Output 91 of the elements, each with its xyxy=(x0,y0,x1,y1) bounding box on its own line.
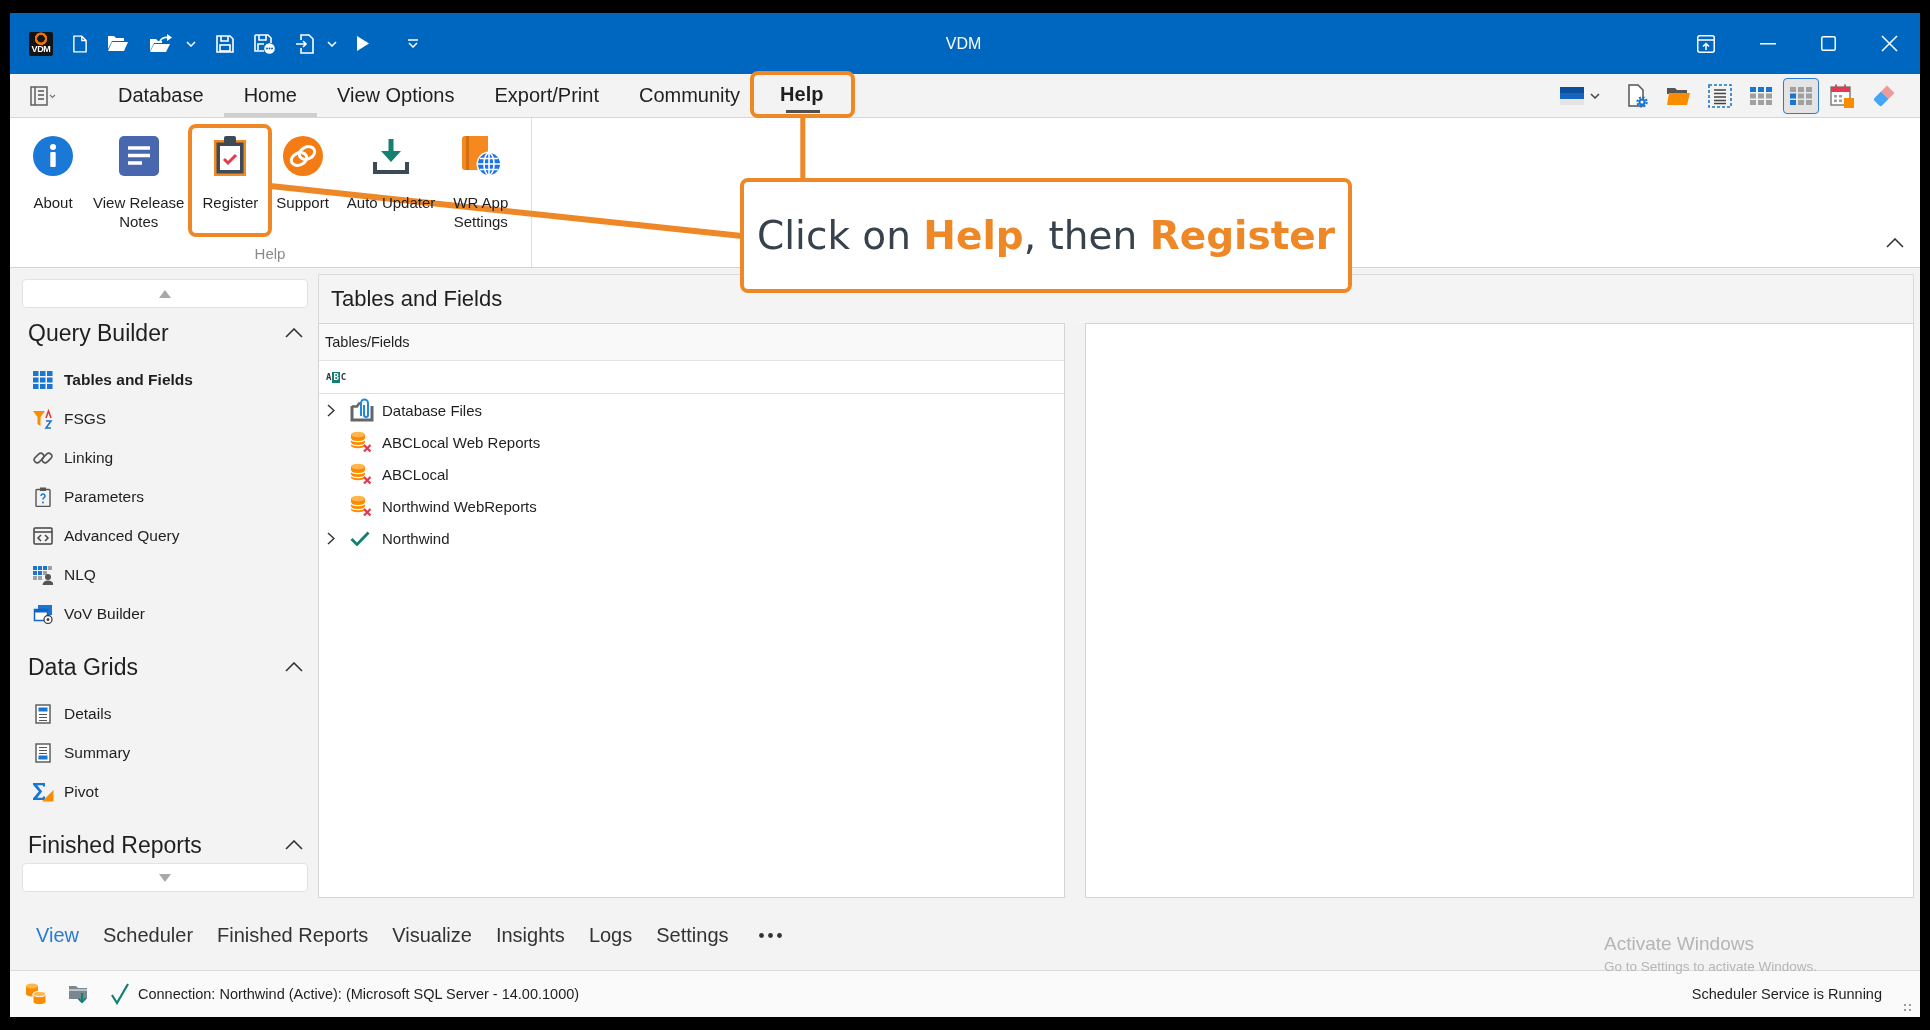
save-as-icon[interactable] xyxy=(254,33,275,54)
close-icon[interactable] xyxy=(1881,35,1898,52)
sidebar-item[interactable]: FSGS xyxy=(22,399,308,438)
sidebar-item[interactable]: Details xyxy=(22,694,308,733)
window-eye-icon xyxy=(33,603,53,624)
nav-tab[interactable]: Scheduler xyxy=(103,923,194,947)
clipboard-question-icon xyxy=(35,486,51,507)
sigma-icon xyxy=(32,781,54,802)
callout: Click on Help, then Register xyxy=(740,178,1352,293)
color-swatch-icon[interactable] xyxy=(1560,86,1584,105)
nav-tab[interactable]: View xyxy=(36,923,79,947)
folder-icon[interactable] xyxy=(1666,85,1690,106)
ribbon-button[interactable]: About xyxy=(31,135,75,212)
chevron-up-icon[interactable] xyxy=(285,328,303,338)
document-icon xyxy=(35,703,51,724)
scheduler-status: Scheduler Service is Running xyxy=(1691,986,1882,1002)
sidebar-item[interactable]: VoV Builder xyxy=(22,594,308,633)
sidebar-item[interactable]: Tables and Fields xyxy=(22,360,308,399)
section-header[interactable]: Query Builder xyxy=(28,319,169,347)
clipboard-check-icon xyxy=(213,135,248,177)
group-label: Help xyxy=(253,244,287,264)
code-window-icon xyxy=(33,526,53,545)
tree-item[interactable]: Northwind WebReports xyxy=(319,490,1064,522)
open-folder-icon[interactable] xyxy=(107,35,129,52)
menu-tab[interactable]: View Options xyxy=(317,74,475,117)
app-logo[interactable]: VDM xyxy=(29,31,53,56)
activation-notice-text: Go to Settings to activate Windows. xyxy=(1604,959,1818,975)
import-icon[interactable] xyxy=(295,33,314,54)
nav-tab[interactable]: Insights xyxy=(495,923,565,947)
sidebar-item[interactable]: Advanced Query xyxy=(22,516,308,555)
collapse-ribbon-icon[interactable] xyxy=(1886,238,1904,248)
minimize-icon[interactable] xyxy=(1760,42,1776,45)
triangle-down-icon xyxy=(159,873,171,882)
nav-tab[interactable]: Settings xyxy=(656,923,729,947)
activation-notice-title: Activate Windows xyxy=(1604,933,1754,955)
sidebar-item[interactable]: Pivot xyxy=(22,772,308,811)
new-file-icon[interactable] xyxy=(73,34,87,53)
tree-item[interactable]: ABCLocal Web Reports xyxy=(319,426,1064,458)
customize-toolbar-icon[interactable] xyxy=(407,39,419,48)
linked-rings-icon xyxy=(282,136,323,176)
grid-icon[interactable] xyxy=(1750,86,1772,105)
chevron-up-icon[interactable] xyxy=(285,840,303,850)
folder-clip-icon xyxy=(350,398,374,422)
chevron-right-icon[interactable] xyxy=(327,403,335,417)
column-header: Tables/Fields xyxy=(319,324,1064,361)
dashed-list-icon[interactable] xyxy=(1708,83,1732,108)
book-globe-icon xyxy=(459,135,502,177)
restore-window-icon[interactable] xyxy=(1697,34,1715,53)
sidebar-item[interactable]: Summary xyxy=(22,733,308,772)
menu-tab[interactable]: Home xyxy=(223,74,317,117)
sidebar-item[interactable]: Linking xyxy=(22,438,308,477)
folder-arrow-icon[interactable] xyxy=(149,34,173,53)
window-title: VDM xyxy=(945,34,982,53)
grid-icon[interactable] xyxy=(1783,77,1819,114)
tree-item[interactable]: Northwind xyxy=(319,522,1064,554)
save-icon[interactable] xyxy=(216,34,234,53)
connection-status: Connection: Northwind (Active): (Microsoft SQL Server - 14.00.1000) xyxy=(138,986,580,1002)
tree-item[interactable]: Database Files xyxy=(319,394,1064,426)
nav-tab[interactable]: Visualize xyxy=(392,923,472,947)
nav-tab[interactable]: Finished Reports xyxy=(217,923,369,947)
calendar-icon[interactable] xyxy=(1830,83,1854,108)
panel-toggle-icon[interactable] xyxy=(30,85,56,106)
folder-download-icon[interactable] xyxy=(68,984,90,1004)
section-header[interactable]: Finished Reports xyxy=(28,831,202,859)
chevron-right-icon[interactable] xyxy=(327,531,335,545)
ribbon-button[interactable]: View Release Notes xyxy=(93,135,185,231)
grid-icon xyxy=(33,370,53,389)
sidebar-item[interactable]: Parameters xyxy=(22,477,308,516)
menu-tab[interactable]: Database xyxy=(98,74,224,117)
funnel-icon xyxy=(33,408,53,429)
info-icon xyxy=(33,136,73,176)
more-icon[interactable] xyxy=(758,932,782,938)
notes-icon xyxy=(118,136,159,176)
document-icon xyxy=(35,742,51,763)
nav-tab[interactable]: Logs xyxy=(588,923,633,947)
document-gear-icon[interactable] xyxy=(1628,83,1648,108)
caret-icon[interactable] xyxy=(1590,92,1600,99)
triangle-up-icon xyxy=(159,289,171,298)
ribbon-button[interactable]: Register xyxy=(188,124,273,237)
section-header[interactable]: Data Grids xyxy=(28,653,138,681)
maximize-icon[interactable] xyxy=(1821,36,1836,51)
resize-grip-icon[interactable] xyxy=(1904,1004,1911,1011)
menu-tab[interactable]: Help xyxy=(750,71,856,118)
sidebar-item[interactable]: NLQ xyxy=(22,555,308,594)
tree-item[interactable]: ABCLocal xyxy=(319,458,1064,490)
grid-person-icon xyxy=(33,564,53,585)
run-icon[interactable] xyxy=(357,36,369,51)
download-icon xyxy=(373,138,410,174)
sort-button[interactable]: ABC xyxy=(326,371,347,383)
chevron-up-icon[interactable] xyxy=(285,662,303,672)
menu-tab[interactable]: Export/Print xyxy=(474,74,619,117)
